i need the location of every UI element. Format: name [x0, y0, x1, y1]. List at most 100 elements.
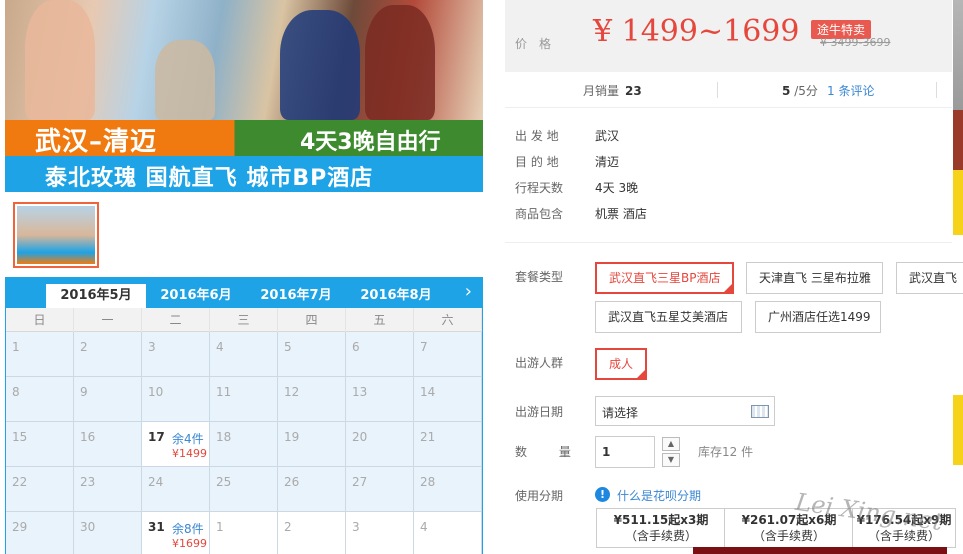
price-label: 价格 [515, 37, 564, 51]
calendar-day-cell: 27 [346, 467, 414, 512]
calendar-day-cell: 10 [142, 377, 210, 422]
calendar-day-number: 7 [420, 340, 428, 354]
package-option-wuhan[interactable]: 武汉直飞 [896, 262, 963, 294]
calendar-day-cell: 3 [142, 332, 210, 377]
calendar-day-number: 2 [284, 520, 292, 534]
calendar-grid: 1 2 3 4 5 6 7 8 9 10 11 12 13 14 15 16 17 余4件 ¥1499 18 19 20 2… [6, 332, 482, 554]
calendar-day-cell: 4 [414, 512, 482, 554]
group-label: 出游人群 [515, 356, 564, 370]
package-option-tianjin-buraya[interactable]: 天津直飞 三星布拉雅 [746, 262, 883, 294]
banner-tagline: 泰北玫瑰 国航直飞 城市BP酒店 [45, 166, 374, 191]
package-option-guangzhou[interactable]: 广州酒店任选1499 [755, 301, 881, 333]
calendar-day-number: 13 [352, 385, 368, 399]
calendar-day-cell: 14 [414, 377, 482, 422]
rating-score: 5 /5分 [782, 84, 818, 98]
product-banner[interactable]: 武汉–清迈 4天3晚自由行 泰北玫瑰 国航直飞 城市BP酒店 [5, 0, 483, 192]
price-panel: 价格 ¥ 1499~1699 途牛特卖 ¥ 3499-3699 [505, 0, 952, 72]
stock-count: 库存12 件 [698, 445, 754, 459]
calendar-day-cell: 25 [210, 467, 278, 512]
reviews-link[interactable]: 1 条评论 [827, 82, 874, 99]
calendar-day-cell: 22 [6, 467, 74, 512]
package-option-wuhan-bp[interactable]: 武汉直飞三星BP酒店 ✓ [595, 262, 734, 294]
calendar-day-number: 3 [352, 520, 360, 534]
image-thumbnail[interactable] [13, 202, 99, 268]
action-bar[interactable] [693, 547, 947, 554]
calendar-day-number: 19 [284, 430, 300, 444]
calendar-day-number: 6 [352, 340, 360, 354]
calendar-day-cell: 7 [414, 332, 482, 377]
calendar-day-cell: 9 [74, 377, 142, 422]
date-label: 出游日期 [515, 405, 564, 419]
calendar-day-number: 4 [420, 520, 428, 534]
calendar-day-number: 11 [216, 385, 232, 399]
calendar-day-number: 21 [420, 430, 436, 444]
calendar-day-number: 9 [80, 385, 88, 399]
calendar-day-cell: 24 [142, 467, 210, 512]
installment-label: 使用分期 [515, 489, 564, 503]
side-panel-edge [953, 0, 963, 110]
package-label: 套餐类型 [515, 270, 564, 284]
help-icon[interactable]: ! [595, 487, 610, 502]
weekday-label: 三 [210, 308, 278, 332]
calendar-day-cell: 15 [6, 422, 74, 467]
monthly-sales: 月销量 23 [583, 84, 642, 98]
calendar-day-cell: 1 [210, 512, 278, 554]
calendar-day-number: 16 [80, 430, 96, 444]
page: 武汉–清迈 4天3晚自由行 泰北玫瑰 国航直飞 城市BP酒店 2016年5月 2… [0, 0, 963, 554]
calendar-day-number: 24 [148, 475, 164, 489]
calendar-stock-remaining: 余8件 [172, 522, 204, 536]
calendar-tab-aug[interactable]: 2016年8月 [346, 284, 446, 308]
calendar-day-cell: 5 [278, 332, 346, 377]
calendar-day-number: 14 [420, 385, 436, 399]
calendar-icon[interactable] [751, 405, 769, 418]
calendar-day-cell: 21 [414, 422, 482, 467]
chevron-right-icon[interactable]: › [465, 281, 472, 302]
calendar-day-number: 2 [80, 340, 88, 354]
calendar-day-cell: 28 [414, 467, 482, 512]
calendar-day-number: 8 [12, 385, 20, 399]
calendar-day-cell: 2 [74, 332, 142, 377]
calendar-day-number: 30 [80, 520, 96, 534]
weekday-label: 一 [74, 308, 142, 332]
calendar-day-cell: 4 [210, 332, 278, 377]
calendar-day-number: 23 [80, 475, 96, 489]
check-icon: ✓ [726, 279, 732, 287]
installment-help-link[interactable]: 什么是花呗分期 [617, 487, 701, 504]
calendar-day-number: 1 [216, 520, 224, 534]
travel-date-picker[interactable]: 请选择 [595, 396, 775, 426]
calendar-tab-jun[interactable]: 2016年6月 [146, 284, 246, 308]
calendar-day-number: 27 [352, 475, 368, 489]
calendar-day-number: 20 [352, 430, 368, 444]
quantity-increase-button[interactable]: ▲ [662, 437, 680, 451]
calendar-day-cell: 6 [346, 332, 414, 377]
calendar-day-price: ¥1699 [172, 537, 207, 550]
calendar-day-number: 1 [12, 340, 20, 354]
calendar-day-cell: 26 [278, 467, 346, 512]
calendar-day-number: 5 [284, 340, 292, 354]
calendar-day-cell: 23 [74, 467, 142, 512]
side-ad-edge[interactable] [953, 170, 963, 235]
calendar-day-number: 18 [216, 430, 232, 444]
weekday-label: 日 [6, 308, 74, 332]
group-option-adult[interactable]: 成人 ✓ [595, 348, 647, 380]
side-ad-edge-2[interactable] [953, 395, 963, 465]
side-panel-edge-red [953, 110, 963, 170]
calendar-day-number: 31 [148, 520, 165, 534]
calendar-day-cell[interactable]: 31 余8件 ¥1699 [142, 512, 210, 554]
banner-title: 武汉–清迈 [35, 127, 158, 157]
calendar-day-number: 10 [148, 385, 164, 399]
calendar-weekday-header: 日一二三四五六 [6, 308, 482, 332]
package-option-wuhan-meridien[interactable]: 武汉直飞五星艾美酒店 [595, 301, 742, 333]
weekday-label: 四 [278, 308, 346, 332]
calendar-day-number: 22 [12, 475, 28, 489]
calendar-tab-jul[interactable]: 2016年7月 [246, 284, 346, 308]
banner-subtitle: 4天3晚自由行 [300, 130, 441, 155]
calendar-tab-may[interactable]: 2016年5月 [46, 284, 146, 308]
calendar-day-cell: 8 [6, 377, 74, 422]
quantity-decrease-button[interactable]: ▼ [662, 453, 680, 467]
calendar-day-cell: 29 [6, 512, 74, 554]
calendar-day-cell[interactable]: 17 余4件 ¥1499 [142, 422, 210, 467]
calendar-day-cell: 20 [346, 422, 414, 467]
quantity-input[interactable]: 1 [595, 436, 655, 468]
installment-plan-3[interactable]: ¥511.15起x3期 （含手续费） [596, 508, 726, 548]
